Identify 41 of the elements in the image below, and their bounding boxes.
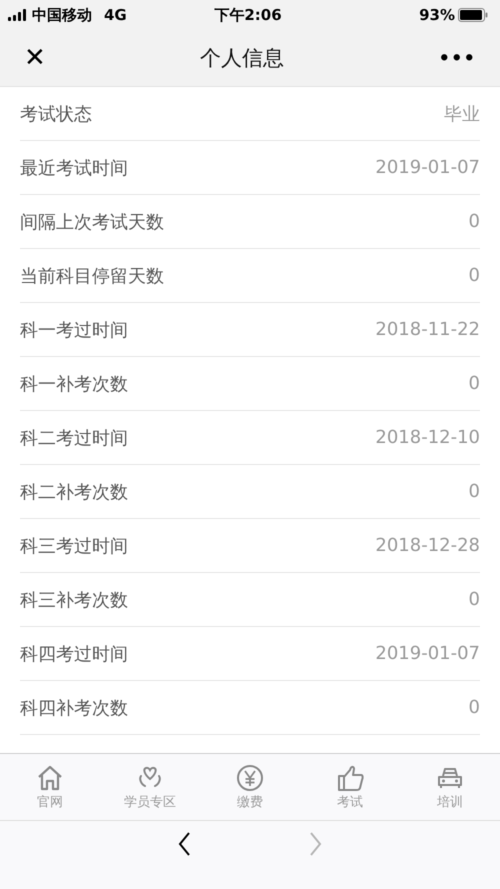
field-label: 考试状态 — [20, 102, 92, 126]
network-type: 4G — [104, 6, 127, 24]
field-label: 科三考过时间 — [20, 534, 128, 558]
field-value: 毕业 — [444, 102, 480, 126]
carrier-name: 中国移动 — [32, 6, 92, 24]
field-value: 2018-12-10 — [375, 427, 480, 448]
close-button[interactable]: ✕ — [12, 39, 58, 77]
tab-item[interactable]: 考试 — [300, 754, 400, 820]
field-label: 科四补考次数 — [20, 696, 128, 720]
tab-item[interactable]: 官网 — [0, 754, 100, 820]
field-value: 0 — [468, 481, 480, 502]
yen-coin-icon — [236, 764, 264, 792]
field-label: 科一考过时间 — [20, 318, 128, 342]
field-value: 0 — [468, 373, 480, 394]
field-value: 0 — [468, 265, 480, 286]
field-value: 2019-01-07 — [375, 643, 480, 664]
field-value: 0 — [468, 697, 480, 718]
signal-icon — [8, 9, 28, 21]
tab-item[interactable]: 学员专区 — [100, 754, 200, 820]
field-label: 间隔上次考试天数 — [20, 210, 164, 234]
field-value: 2018-12-28 — [375, 535, 480, 556]
field-label: 当前科目停留天数 — [20, 264, 164, 288]
house-icon — [36, 764, 64, 792]
page-title: 个人信息 — [199, 45, 286, 72]
field-label: 科四考过时间 — [20, 642, 128, 666]
field-label: 科三补考次数 — [20, 588, 128, 612]
field-value: 2018-11-22 — [375, 319, 480, 340]
field-label: 科一补考次数 — [20, 372, 128, 396]
tab-item[interactable]: 培训 — [400, 754, 500, 820]
thumbs-up-icon — [336, 764, 364, 792]
battery-percent: 93% — [419, 6, 455, 24]
field-label: 科二考过时间 — [20, 426, 128, 450]
tab-item[interactable]: 缴费 — [200, 754, 300, 820]
clock-time: 下午2:06 — [214, 6, 282, 24]
field-value: 0 — [468, 211, 480, 232]
field-value: 2019-01-07 — [375, 157, 480, 178]
field-value: 0 — [468, 589, 480, 610]
more-button[interactable]: ••• — [426, 44, 488, 72]
battery-icon — [458, 8, 488, 22]
field-label: 最近考试时间 — [20, 156, 128, 180]
field-label: 科二补考次数 — [20, 480, 128, 504]
